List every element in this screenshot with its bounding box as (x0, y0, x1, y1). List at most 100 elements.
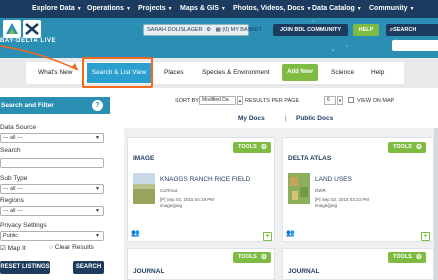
privacy-value: Public (3, 233, 18, 239)
chevron-down-icon: ▼ (95, 186, 100, 192)
doc-links-separator: | (285, 115, 287, 122)
chevron-down-icon: ▼ (95, 135, 100, 141)
chevron-down-icon: ▼ (95, 233, 100, 239)
public-docs-link[interactable]: Public Docs (296, 115, 333, 122)
privacy-select[interactable]: Public ▼ (0, 231, 104, 241)
search-input[interactable] (0, 158, 104, 168)
sort-direction-icon[interactable]: ▲ (237, 96, 243, 105)
basket-icon: ▦ (215, 27, 221, 33)
card-thumbnail[interactable] (133, 173, 155, 204)
tab-science[interactable]: Science (331, 62, 354, 84)
sort-by-label: SORT BY (175, 98, 199, 104)
chevron-down-icon: ▼ (409, 6, 415, 12)
data-source-value: --- all --- (3, 135, 23, 141)
clear-results-radio[interactable]: ○ Clear Results (49, 244, 94, 251)
tab-places[interactable]: Places (164, 62, 184, 84)
gear-icon: ⚙ (260, 144, 267, 151)
chevron-down-icon: ▼ (76, 6, 82, 12)
nav-community[interactable]: Community ▼ (369, 0, 414, 18)
sub-type-select[interactable]: --- all --- ▼ (0, 184, 104, 194)
sub-type-value: --- all --- (3, 186, 23, 192)
nav-maps-gis[interactable]: Maps & GIS ▼ (180, 0, 226, 18)
chevron-down-icon: ▼ (220, 6, 226, 12)
tools-button[interactable]: TOOLS ⚙ (233, 142, 271, 153)
scrollbar[interactable] (434, 128, 438, 280)
tab-species-environment[interactable]: Species & Environment (202, 62, 270, 84)
nav-community-label: Community (369, 5, 408, 12)
nav-photos-videos-docs-label: Photos, Videos, Docs (233, 5, 305, 12)
nav-photos-videos-docs[interactable]: Photos, Videos, Docs ▼ (233, 0, 311, 18)
nav-projects[interactable]: Projects ▼ (138, 0, 173, 18)
clear-results-label: Clear Results (54, 244, 94, 251)
data-source-select[interactable]: --- all --- ▼ (0, 133, 104, 143)
reset-listings-button[interactable]: RESET LISTINGS (0, 261, 50, 274)
tools-button[interactable]: TOOLS ⚙ (233, 252, 271, 263)
card-mime: image/jpeg (315, 203, 338, 208)
radio-icon: ○ (49, 244, 53, 251)
gear-icon: ⚙ (415, 144, 422, 151)
card-thumbnail[interactable] (288, 173, 310, 204)
nav-data-catalog-label: Data Catalog (312, 5, 355, 12)
help-button[interactable]: HELP (353, 24, 379, 36)
basket-label: (0) MY BASKET (222, 27, 263, 33)
results-per-page-select[interactable]: 6 (324, 96, 336, 105)
tools-label: TOOLS (238, 254, 257, 260)
view-on-map-checkbox[interactable] (348, 97, 354, 103)
nav-data-catalog[interactable]: Data Catalog ▼ (312, 0, 362, 18)
header-search-label: SEARCH (393, 27, 417, 33)
header-search-input[interactable] (392, 40, 438, 51)
view-on-map-label: VIEW ON MAP (357, 98, 395, 104)
card-type: JOURNAL (133, 268, 165, 275)
my-docs-link[interactable]: My Docs (238, 115, 265, 122)
highlight-box (82, 57, 153, 88)
card-type: IMAGE (133, 155, 155, 162)
join-community-button[interactable]: JOIN BDL COMMUNITY (273, 24, 348, 36)
tools-label: TOOLS (393, 144, 412, 150)
tools-label: TOOLS (393, 254, 412, 260)
help-icon[interactable]: ? (92, 100, 103, 111)
user-name: SARAH DOLISLAGER (147, 27, 203, 33)
regions-label: Regions (0, 197, 24, 204)
regions-select[interactable]: --- all --- ▼ (0, 206, 104, 216)
results-per-page-label: RESULTS PER PAGE (245, 98, 300, 104)
add-to-basket-icon[interactable]: + (263, 232, 272, 241)
search-filter-title: Search and Filter (1, 102, 54, 109)
card-source: DWR (315, 188, 326, 193)
card-title-link[interactable]: LAND USES (315, 176, 352, 183)
user-basket-button[interactable]: SARAH DOLISLAGER ⚙ ▦ (0) MY BASKET (143, 24, 262, 36)
logo-mark-icon (23, 20, 41, 38)
logo-mark-icon (3, 20, 21, 38)
privacy-label: Privacy Settings (0, 222, 47, 229)
people-icon: 👥 (286, 230, 295, 237)
nav-operations-label: Operations (87, 5, 124, 12)
gear-icon: ⚙ (206, 27, 212, 33)
tools-button[interactable]: TOOLS ⚙ (388, 252, 426, 263)
tab-help[interactable]: Help (371, 62, 384, 84)
chevron-down-icon: ▼ (95, 208, 100, 214)
birds-decoration-icon: ⌄ ˇ (330, 46, 353, 53)
card-type: JOURNAL (288, 268, 320, 275)
chevron-down-icon: ▼ (306, 6, 312, 12)
card-source: CalTrout (160, 188, 178, 193)
header-search-button[interactable]: ⌕SEARCH (386, 24, 438, 36)
chevron-down-icon: ▼ (167, 6, 173, 12)
tools-button[interactable]: TOOLS ⚙ (388, 142, 426, 153)
nav-maps-gis-label: Maps & GIS (180, 5, 219, 12)
add-new-button[interactable]: Add New (282, 64, 318, 81)
sort-by-value: Modified Da (202, 97, 229, 103)
nav-operations[interactable]: Operations ▼ (87, 0, 131, 18)
gear-icon: ⚙ (415, 254, 422, 261)
regions-value: --- all --- (3, 208, 23, 214)
search-button[interactable]: SEARCH (73, 261, 104, 274)
nav-explore-data[interactable]: Explore Data ▼ (32, 0, 82, 18)
results-direction-icon[interactable]: ▼ (337, 96, 343, 105)
nav-explore-data-label: Explore Data (32, 5, 75, 12)
people-icon: 👥 (131, 230, 140, 237)
sort-by-select[interactable]: Modified Da (199, 96, 236, 105)
chevron-down-icon: ▼ (125, 6, 131, 12)
card-title-link[interactable]: KNAGGS RANCH RICE FIELD (160, 176, 250, 183)
data-source-label: Data Source (0, 124, 37, 131)
map-it-checkbox[interactable]: ☑ Map It (0, 244, 26, 252)
gear-icon: ⚙ (260, 254, 267, 261)
add-to-basket-icon[interactable]: + (421, 232, 430, 241)
